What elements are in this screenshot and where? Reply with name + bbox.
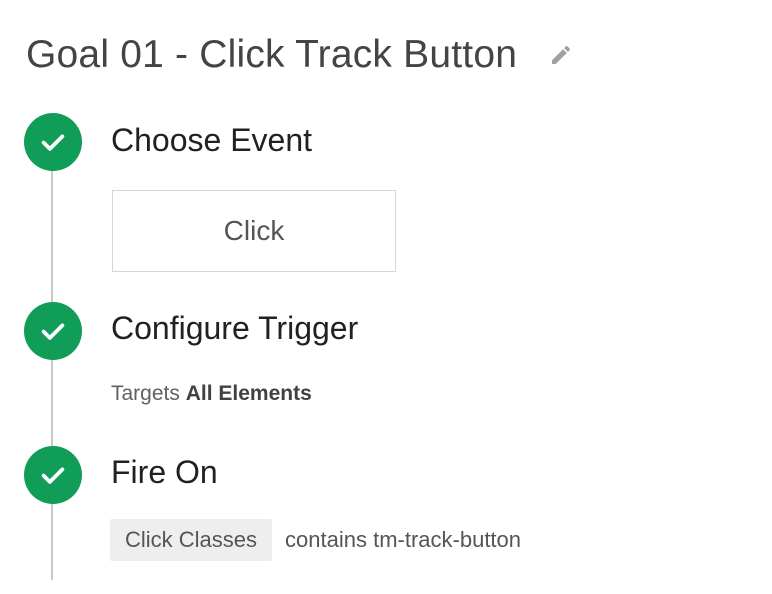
fire-on-condition: Click Classes contains tm-track-button [110, 519, 521, 561]
pencil-icon[interactable] [549, 43, 573, 67]
check-circle-icon [24, 113, 82, 171]
condition-text: contains tm-track-button [285, 527, 522, 552]
targets-summary: Targets All Elements [111, 382, 312, 406]
condition-variable-chip: Click Classes [110, 519, 273, 561]
targets-label: Targets [111, 382, 180, 405]
page-title: Goal 01 - Click Track Button [26, 33, 518, 76]
step-title-fire-on: Fire On [111, 454, 218, 490]
event-option-button[interactable]: Click [112, 190, 396, 272]
goal-header: Goal 01 - Click Track Button [26, 30, 573, 80]
step-title-choose-event: Choose Event [111, 122, 313, 158]
targets-value: All Elements [185, 382, 312, 405]
step-title-configure-trigger: Configure Trigger [111, 310, 359, 346]
check-circle-icon [24, 446, 82, 504]
check-circle-icon [24, 302, 82, 360]
timeline-connector [51, 170, 53, 580]
